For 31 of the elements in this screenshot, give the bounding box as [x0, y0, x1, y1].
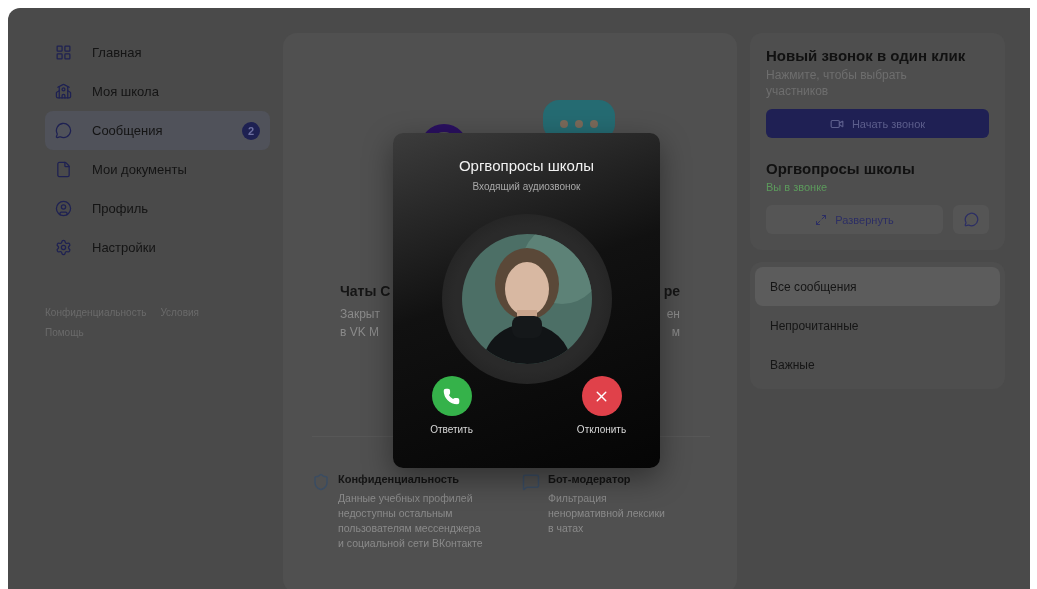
settings-icon — [55, 239, 72, 256]
filter-item[interactable]: Все сообщения — [755, 267, 1000, 306]
dialog-title: Оргвопросы школы — [458, 157, 595, 174]
card-title: Новый звонок в один клик — [766, 47, 967, 64]
answer-button[interactable] — [431, 376, 472, 416]
decline-button[interactable] — [581, 376, 622, 416]
document-icon — [55, 161, 72, 178]
action-label: Ответить — [430, 424, 473, 435]
chat-icon — [522, 473, 540, 491]
action-label: Отклонить — [576, 424, 627, 435]
card-title: Оргвопросы школы — [766, 160, 916, 177]
sidebar-item[interactable]: Сообщения 2 — [45, 111, 270, 150]
phone-icon — [443, 387, 460, 405]
expand-icon — [815, 213, 828, 226]
section-text: в VK М — [340, 324, 380, 341]
filter-item[interactable]: Важные — [755, 345, 1000, 384]
grid-icon — [55, 44, 72, 61]
section-text: ен — [666, 306, 680, 323]
filter-item[interactable]: Непрочитанные — [755, 306, 1000, 345]
chat-icon — [55, 122, 72, 139]
feature-title: Конфиденциальность — [338, 473, 461, 485]
school-icon — [55, 83, 72, 100]
count-badge: 2 — [242, 121, 260, 140]
chat-icon — [963, 212, 979, 227]
call-status: Вы в звонке — [766, 181, 829, 193]
section-text: Закрыт — [340, 306, 380, 323]
dialog-subtitle: Входящий аудиозвонок — [472, 181, 581, 192]
section-heading: ре — [663, 283, 680, 299]
profile-icon — [55, 200, 72, 217]
chat-bubble-drawing — [543, 100, 615, 136]
start-call-button[interactable]: Начать звонок — [766, 109, 989, 138]
